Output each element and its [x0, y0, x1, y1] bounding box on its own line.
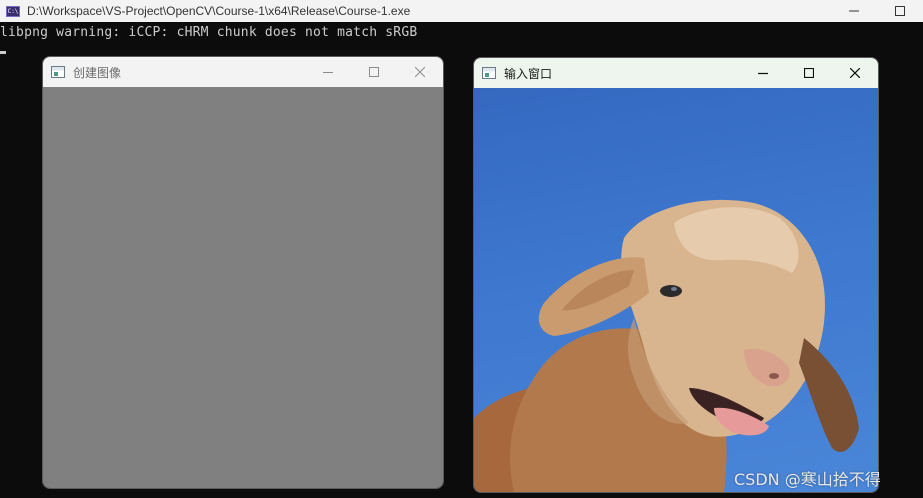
sheep-right-ear	[799, 338, 859, 452]
input-window[interactable]: 输入窗口	[474, 58, 878, 492]
minimize-icon	[758, 72, 768, 75]
sheep-photo	[474, 199, 859, 492]
opencv-window-icon	[51, 66, 65, 78]
input-window-title: 输入窗口	[504, 66, 553, 81]
console-app-icon: C:\	[6, 5, 20, 17]
close-button[interactable]	[832, 58, 878, 88]
sheep-nostril	[769, 373, 779, 379]
console-minimize-button[interactable]	[831, 0, 877, 22]
close-icon	[850, 68, 860, 78]
created-image-canvas[interactable]	[43, 87, 443, 488]
console-output-line: libpng warning: iCCP: cHRM chunk does no…	[0, 25, 418, 40]
input-image-canvas[interactable]	[474, 88, 878, 492]
close-button[interactable]	[397, 57, 443, 87]
close-icon	[415, 67, 425, 77]
console-maximize-button[interactable]	[877, 0, 923, 22]
maximize-button[interactable]	[786, 58, 832, 88]
minimize-button[interactable]	[740, 58, 786, 88]
console-titlebar[interactable]: C:\ D:\Workspace\VS-Project\OpenCV\Cours…	[0, 0, 923, 22]
console-window-title: D:\Workspace\VS-Project\OpenCV\Course-1\…	[27, 4, 411, 18]
maximize-icon	[369, 67, 379, 77]
created-image-window[interactable]: 创建图像	[43, 57, 443, 488]
opencv-window-icon	[482, 67, 496, 79]
maximize-icon	[804, 68, 814, 78]
created-image-window-title: 创建图像	[73, 65, 122, 80]
minimize-button[interactable]	[305, 57, 351, 87]
minimize-icon	[323, 72, 333, 73]
sheep-eye-highlight	[671, 287, 677, 291]
created-image-window-controls	[305, 57, 443, 87]
maximize-button[interactable]	[351, 57, 397, 87]
csdn-watermark: CSDN @寒山拾不得	[734, 470, 881, 489]
created-image-window-titlebar[interactable]: 创建图像	[43, 57, 443, 87]
console-window-controls	[831, 0, 923, 22]
maximize-icon	[895, 6, 905, 16]
input-window-controls	[740, 58, 878, 88]
minimize-icon	[849, 10, 859, 12]
input-window-titlebar[interactable]: 输入窗口	[474, 58, 878, 88]
console-text-cursor	[0, 51, 6, 54]
sheep-eye	[660, 285, 682, 297]
